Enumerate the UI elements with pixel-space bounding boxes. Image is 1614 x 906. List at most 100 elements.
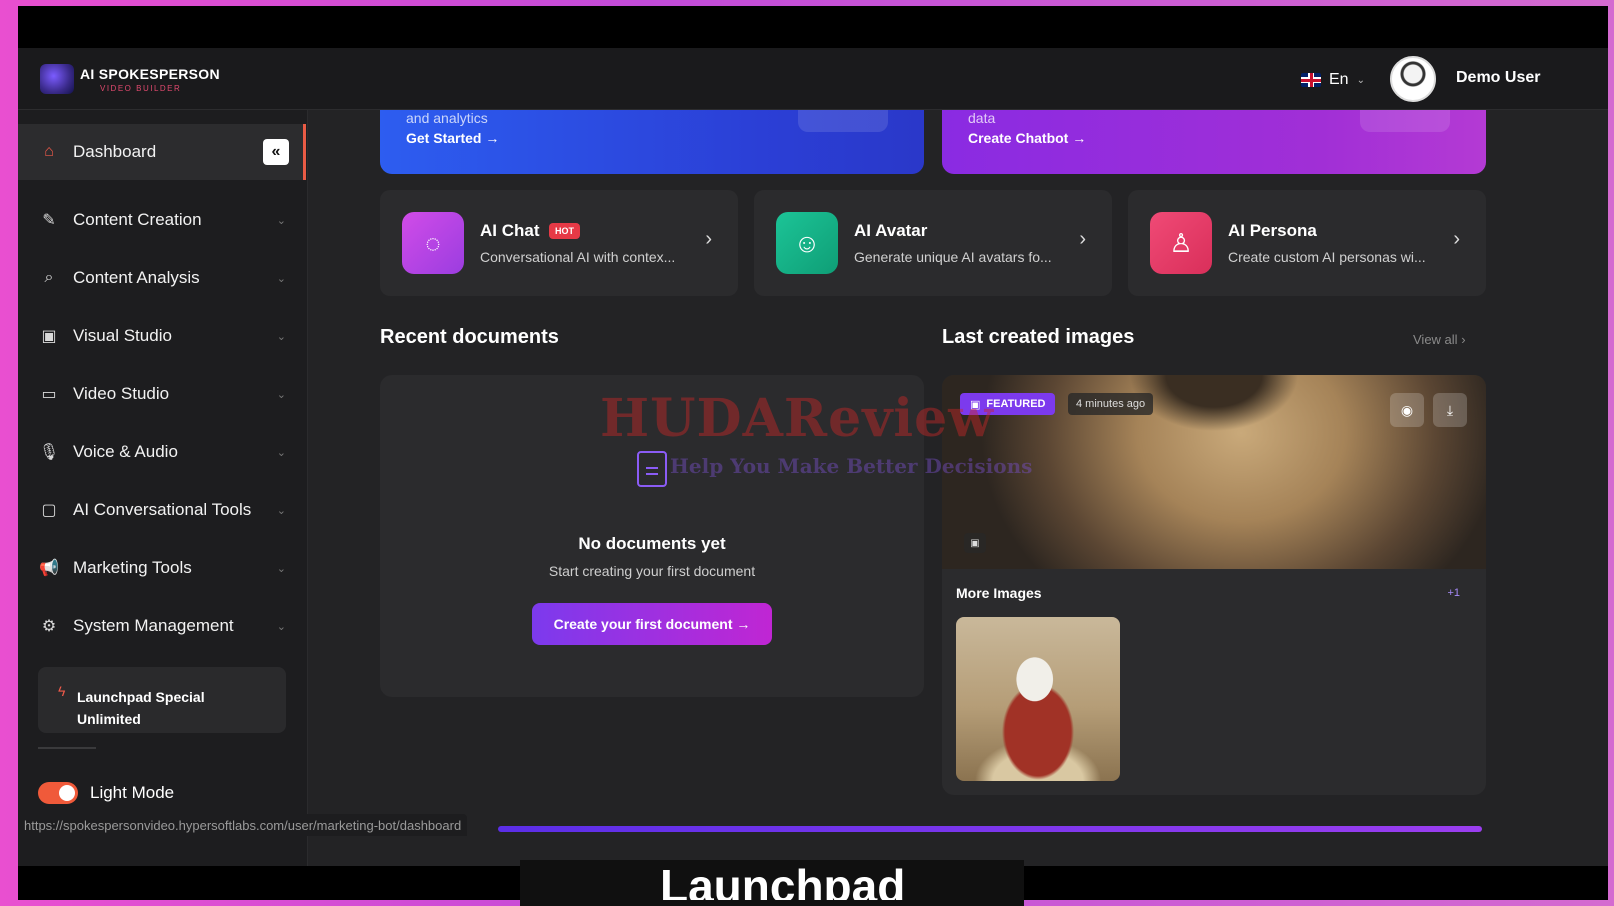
sidebar-item-content-creation[interactable]: ✎ Content Creation ⌄ — [18, 192, 306, 248]
uk-flag-icon — [1301, 73, 1321, 87]
tool-title: AI Persona — [1228, 221, 1317, 240]
edit-icon: ✎ — [42, 212, 56, 229]
watermark-logo: HUDAReview — [600, 388, 995, 449]
image-thumbnail[interactable] — [956, 617, 1120, 781]
top-bar: AI SPOKESPERSON VIDEO BUILDER En ⌄ Demo … — [18, 48, 1608, 110]
chevron-down-icon: ⌄ — [276, 446, 286, 459]
sidebar-item-ai-conversational-tools[interactable]: ▢ AI Conversational Tools ⌄ — [18, 482, 306, 538]
featured-label: FEATURED — [986, 398, 1046, 410]
image-type-icon: ▣ — [964, 533, 986, 553]
collapse-sidebar-button[interactable]: « — [263, 139, 289, 165]
sidebar-item-dashboard[interactable]: ⌂ Dashboard « — [18, 124, 306, 180]
megaphone-icon: 📢 — [39, 560, 59, 577]
sidebar-item-label: Visual Studio — [73, 326, 172, 345]
sidebar-item-label: Content Analysis — [73, 268, 200, 287]
chevron-down-icon: ⌄ — [276, 214, 286, 227]
sidebar-item-voice-audio[interactable]: 🎙 Voice & Audio ⌄ — [18, 424, 306, 480]
hot-badge: HOT — [549, 223, 580, 239]
sidebar-item-label: Content Creation — [73, 210, 202, 229]
tool-description: Generate unique AI avatars fo... — [854, 249, 1052, 265]
download-icon[interactable]: ⤓ — [1433, 393, 1467, 427]
more-images-title: More Images — [956, 585, 1042, 601]
sidebar-item-label: Dashboard — [73, 142, 157, 161]
sidebar-divider — [38, 747, 96, 749]
search-icon: ⌕ — [44, 269, 54, 286]
sidebar-item-video-studio[interactable]: ▭ Video Studio ⌄ — [18, 366, 306, 422]
user-avatar[interactable] — [1390, 56, 1436, 102]
user-name[interactable]: Demo User — [1456, 69, 1540, 87]
banner-decoration — [1360, 110, 1450, 132]
analytics-banner[interactable]: and analytics Get Started → — [380, 110, 924, 174]
chat-icon: ▢ — [41, 502, 57, 519]
empty-state-subtitle: Start creating your first document — [548, 563, 756, 579]
language-selector[interactable]: En ⌄ — [1301, 68, 1365, 92]
chevron-right-icon: › — [705, 228, 712, 250]
document-icon — [637, 451, 667, 487]
sidebar-item-label: Marketing Tools — [73, 558, 192, 577]
chevron-down-icon: ⌄ — [1356, 74, 1365, 86]
home-icon: ⌂ — [44, 143, 54, 160]
view-all-link[interactable]: View all › — [1413, 332, 1466, 347]
last-created-images-title: Last created images — [942, 326, 1135, 348]
chevron-down-icon: ⌄ — [276, 504, 286, 517]
smiley-icon: ☺ — [776, 212, 838, 274]
chat-bubble-icon: ◌ — [402, 212, 464, 274]
banner-text: data — [968, 110, 996, 126]
chevron-down-icon: ⌄ — [276, 330, 286, 343]
chevron-down-icon: ⌄ — [276, 620, 286, 633]
app-logo[interactable]: AI SPOKESPERSON VIDEO BUILDER — [40, 62, 240, 98]
timestamp-badge: 4 minutes ago — [1068, 393, 1154, 415]
video-icon: ▭ — [41, 386, 57, 403]
chevron-right-icon: › — [1079, 228, 1086, 250]
chevron-down-icon: ⌄ — [276, 388, 286, 401]
app-window: AI SPOKESPERSON VIDEO BUILDER En ⌄ Demo … — [18, 48, 1608, 866]
bottom-accent-bar — [498, 826, 1482, 832]
sidebar-item-label: Video Studio — [73, 384, 170, 403]
logo-mark-icon — [40, 64, 74, 94]
sidebar-item-marketing-tools[interactable]: 📢 Marketing Tools ⌄ — [18, 540, 306, 596]
view-all-label: View all — [1413, 332, 1458, 347]
chevron-right-icon: › — [1461, 332, 1466, 347]
sidebar-item-label: System Management — [73, 616, 234, 635]
plan-name: Launchpad Special Unlimited — [77, 689, 205, 727]
create-chatbot-link[interactable]: Create Chatbot → — [968, 130, 1086, 146]
create-first-document-button[interactable]: Create your first document → — [532, 603, 772, 645]
plan-card[interactable]: ϟ Launchpad Special Unlimited — [38, 667, 286, 733]
toggle-knob — [59, 785, 75, 801]
video-caption-text: Launchpad — [660, 866, 906, 900]
last-created-images-panel: ▣ FEATURED 4 minutes ago ◉ ⤓ ▣ More Image… — [942, 375, 1486, 795]
video-frame: AI SPOKESPERSON VIDEO BUILDER En ⌄ Demo … — [18, 6, 1608, 900]
image-icon: ▣ — [41, 328, 57, 345]
tool-title: AI Avatar — [854, 221, 928, 240]
chevron-down-icon: ⌄ — [276, 562, 286, 575]
ai-persona-card[interactable]: ♙ AI Persona Create custom AI personas w… — [1128, 190, 1486, 296]
sidebar-item-label: AI Conversational Tools — [73, 500, 252, 519]
recent-documents-title: Recent documents — [380, 326, 559, 348]
logo-title: AI SPOKESPERSON — [80, 66, 220, 82]
ai-avatar-card[interactable]: ☺ AI Avatar Generate unique AI avatars f… — [754, 190, 1112, 296]
sidebar: ⌂ Dashboard « ✎ Content Creation ⌄ ⌕ Con… — [18, 110, 308, 866]
more-images-count: +1 — [1447, 587, 1460, 599]
sidebar-item-system-management[interactable]: ⚙ System Management ⌄ — [18, 598, 306, 654]
gear-icon: ⚙ — [41, 618, 57, 635]
banner-text: and analytics — [406, 110, 488, 126]
sidebar-item-label: Voice & Audio — [73, 442, 178, 461]
logo-subtitle: VIDEO BUILDER — [100, 84, 182, 93]
status-bar-url: https://spokespersonvideo.hypersoftlabs.… — [18, 814, 468, 836]
chatbot-banner[interactable]: data Create Chatbot → — [942, 110, 1486, 174]
watermark-tagline: Help You Make Better Decisions — [670, 454, 1033, 478]
empty-state-title: No documents yet — [578, 534, 726, 553]
lightning-icon: ϟ — [58, 683, 66, 699]
light-mode-label: Light Mode — [90, 783, 175, 802]
tool-description: Conversational AI with contex... — [480, 249, 676, 265]
light-mode-toggle[interactable] — [38, 782, 78, 804]
ai-chat-card[interactable]: ◌ AI Chat HOT Conversational AI with con… — [380, 190, 738, 296]
user-icon: ♙ — [1150, 212, 1212, 274]
sidebar-item-content-analysis[interactable]: ⌕ Content Analysis ⌄ — [18, 250, 306, 306]
eye-icon[interactable]: ◉ — [1390, 393, 1424, 427]
sidebar-item-visual-studio[interactable]: ▣ Visual Studio ⌄ — [18, 308, 306, 364]
banner-decoration — [798, 110, 888, 132]
microphone-icon: 🎙 — [38, 444, 60, 461]
get-started-link[interactable]: Get Started → — [406, 130, 499, 146]
chevron-right-icon: › — [1453, 228, 1460, 250]
